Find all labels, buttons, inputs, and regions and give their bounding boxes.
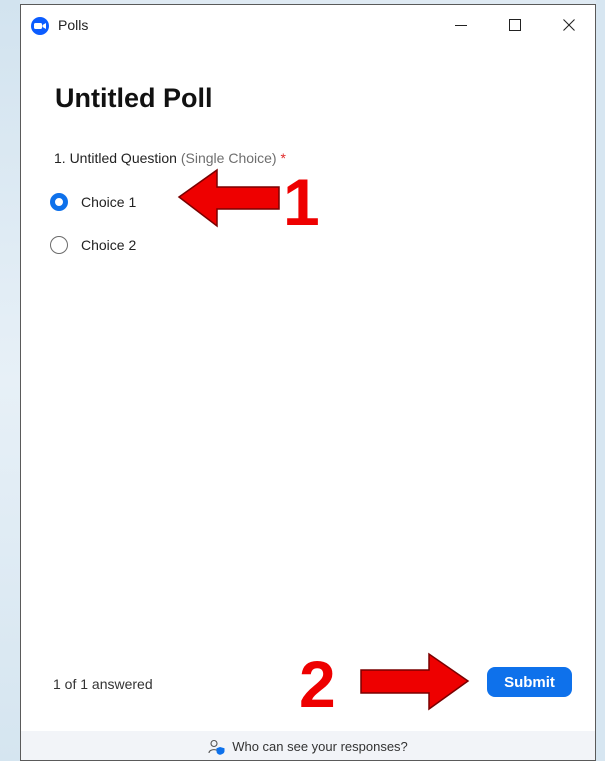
choice-1-radio[interactable]	[50, 193, 68, 211]
choice-2-radio[interactable]	[50, 236, 68, 254]
close-icon	[563, 19, 575, 31]
choice-2-label: Choice 2	[81, 237, 137, 253]
poll-title: Untitled Poll	[55, 83, 213, 113]
annotation-arrow-1	[177, 168, 280, 228]
submit-button[interactable]: Submit	[487, 667, 572, 697]
close-button[interactable]	[543, 5, 595, 45]
choice-1-label: Choice 1	[81, 194, 137, 210]
answered-count: 1 of 1 answered	[53, 676, 153, 692]
privacy-link[interactable]: Who can see your responses?	[232, 739, 408, 754]
choice-1-option[interactable]: Choice 1	[50, 191, 136, 213]
zoom-logo-icon	[31, 17, 49, 35]
minimize-button[interactable]	[435, 5, 487, 45]
question-number-label: 1. Untitled Question	[54, 150, 177, 166]
background-right	[596, 0, 605, 761]
question-type-label: (Single Choice)	[180, 150, 277, 166]
question-text: 1. Untitled Question (Single Choice) *	[54, 150, 286, 166]
polls-window: Polls Untitled Poll 1. Untitled Question…	[20, 4, 596, 761]
maximize-icon	[509, 19, 521, 31]
annotation-step-1: 1	[283, 165, 320, 239]
maximize-button[interactable]	[489, 5, 541, 45]
choice-2-option[interactable]: Choice 2	[50, 234, 136, 256]
window-title: Polls	[58, 17, 89, 33]
required-marker: *	[280, 150, 286, 166]
person-shield-icon	[208, 739, 225, 755]
minimize-icon	[455, 25, 467, 26]
annotation-step-2: 2	[299, 647, 336, 721]
background-left	[0, 0, 20, 761]
annotation-arrow-2	[360, 652, 470, 711]
title-bar: Polls	[21, 5, 595, 45]
privacy-footer[interactable]: Who can see your responses?	[21, 731, 595, 760]
